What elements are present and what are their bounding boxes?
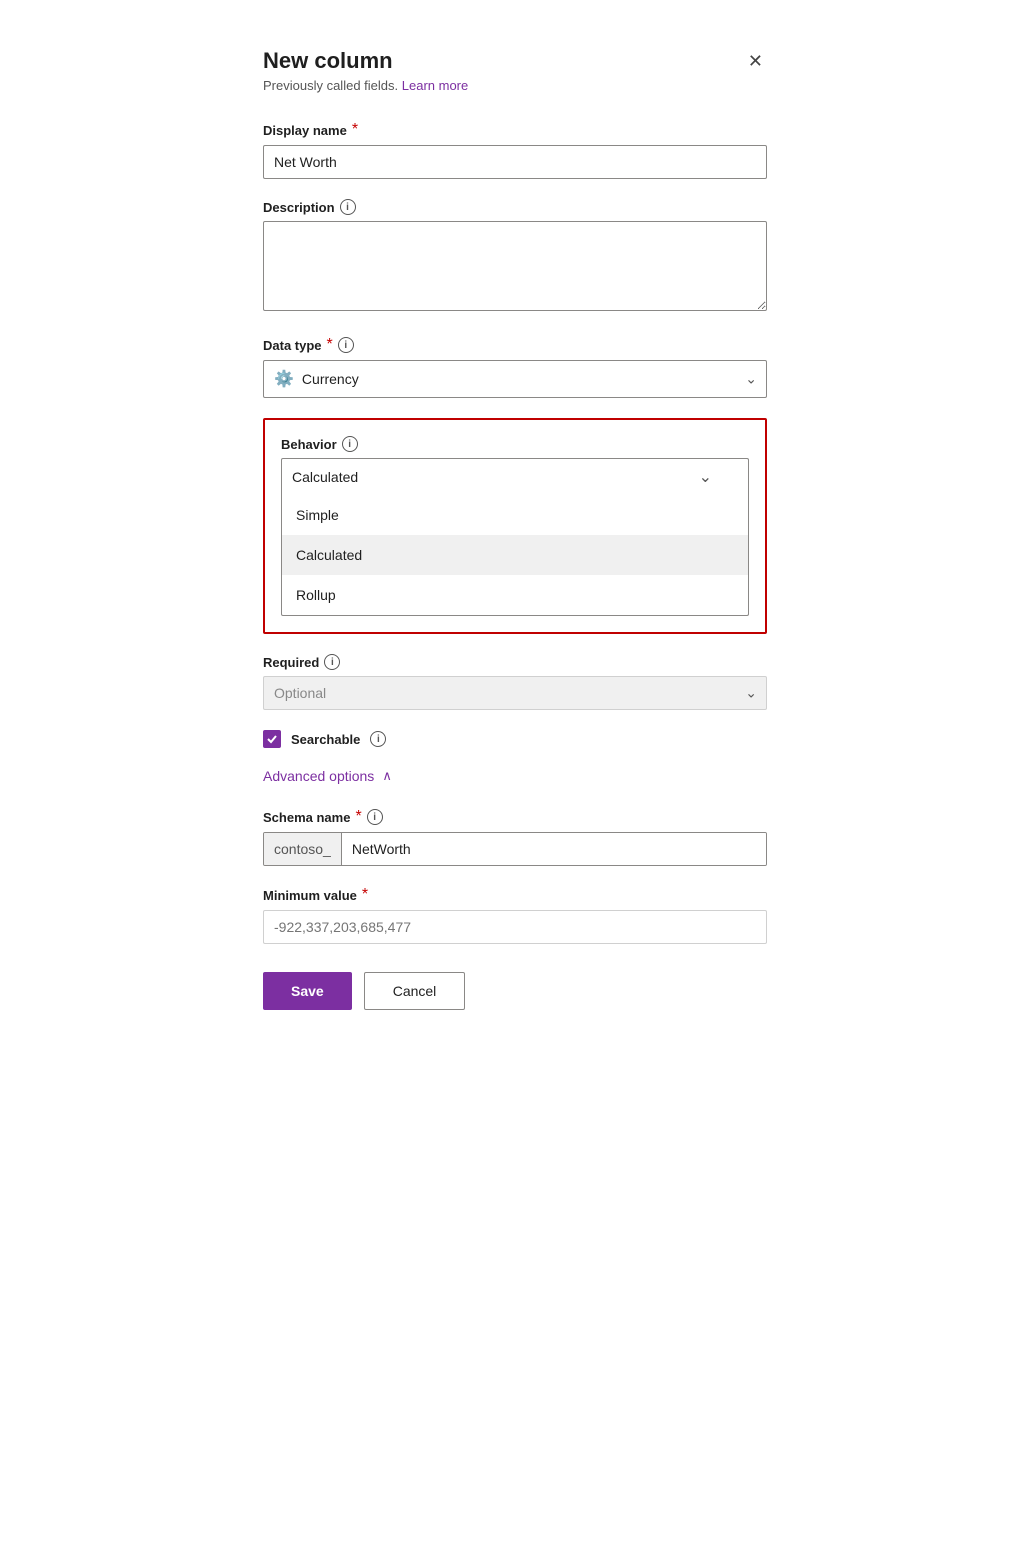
display-name-required: * (352, 121, 358, 139)
data-type-required: * (327, 336, 333, 354)
close-button[interactable]: ✕ (744, 48, 767, 74)
minimum-value-label: Minimum value (263, 888, 357, 903)
checkmark-icon (266, 733, 278, 745)
data-type-select[interactable]: ⚙️ Currency (263, 360, 767, 398)
cancel-button[interactable]: Cancel (364, 972, 466, 1010)
behavior-label: Behavior (281, 437, 337, 452)
required-info-icon: i (324, 654, 340, 670)
minimum-value-label-row: Minimum value * (263, 886, 767, 904)
display-name-label: Display name (263, 123, 347, 138)
behavior-selected-value: Calculated (292, 469, 358, 485)
schema-name-label-row: Schema name * i (263, 808, 767, 826)
minimum-value-required: * (362, 886, 368, 904)
behavior-label-row: Behavior i (281, 436, 749, 452)
schema-name-input[interactable] (342, 833, 766, 865)
advanced-options-chevron-icon: ∧ (382, 768, 392, 784)
advanced-options-label: Advanced options (263, 768, 374, 784)
behavior-option-rollup[interactable]: Rollup (282, 575, 748, 615)
behavior-dropdown-options: Simple Calculated Rollup (281, 495, 749, 616)
data-type-label-row: Data type * i (263, 336, 767, 354)
required-value: Optional (274, 685, 326, 701)
schema-name-info-icon: i (367, 809, 383, 825)
panel-title: New column (263, 48, 393, 74)
schema-name-input-wrapper: contoso_ (263, 832, 767, 866)
searchable-row: Searchable i (263, 730, 767, 748)
description-input[interactable] (263, 221, 767, 311)
data-type-select-wrapper: ⚙️ Currency ⌄ (263, 360, 767, 398)
advanced-options-toggle[interactable]: Advanced options ∧ (263, 768, 392, 784)
data-type-value: Currency (302, 371, 359, 387)
minimum-value-input[interactable] (263, 910, 767, 944)
panel-header: New column ✕ (263, 48, 767, 74)
display-name-group: Display name * (263, 121, 767, 179)
required-label: Required (263, 655, 319, 670)
description-info-icon: i (340, 199, 356, 215)
schema-name-required: * (355, 808, 361, 826)
learn-more-link[interactable]: Learn more (402, 78, 468, 93)
behavior-section: Behavior i Calculated ⌄ Simple Calculate… (263, 418, 767, 634)
data-type-label: Data type (263, 338, 322, 353)
minimum-value-group: Minimum value * (263, 886, 767, 944)
required-group: Required i Optional ⌄ (263, 654, 767, 710)
schema-name-group: Schema name * i contoso_ (263, 808, 767, 866)
behavior-option-simple[interactable]: Simple (282, 495, 748, 535)
new-column-panel: New column ✕ Previously called fields. L… (235, 20, 795, 1050)
save-button[interactable]: Save (263, 972, 352, 1010)
searchable-label: Searchable (291, 732, 360, 747)
description-label: Description (263, 200, 335, 215)
data-type-group: Data type * i ⚙️ Currency ⌄ (263, 336, 767, 398)
required-label-row: Required i (263, 654, 767, 670)
footer-buttons: Save Cancel (263, 972, 767, 1010)
display-name-input[interactable] (263, 145, 767, 179)
panel-subtitle: Previously called fields. Learn more (263, 78, 767, 93)
behavior-option-calculated[interactable]: Calculated (282, 535, 748, 575)
searchable-checkbox[interactable] (263, 730, 281, 748)
schema-prefix-label: contoso_ (264, 833, 342, 865)
description-group: Description i (263, 199, 767, 316)
currency-icon: ⚙️ (274, 369, 294, 389)
schema-name-label: Schema name (263, 810, 350, 825)
behavior-dropdown-trigger[interactable]: Calculated ⌄ (281, 458, 749, 495)
data-type-info-icon: i (338, 337, 354, 353)
close-icon: ✕ (748, 51, 763, 71)
display-name-label-row: Display name * (263, 121, 767, 139)
behavior-info-icon: i (342, 436, 358, 452)
required-select-wrapper: Optional ⌄ (263, 676, 767, 710)
description-label-row: Description i (263, 199, 767, 215)
required-select[interactable]: Optional (263, 676, 767, 710)
searchable-info-icon: i (370, 731, 386, 747)
behavior-chevron-icon: ⌄ (699, 467, 712, 487)
